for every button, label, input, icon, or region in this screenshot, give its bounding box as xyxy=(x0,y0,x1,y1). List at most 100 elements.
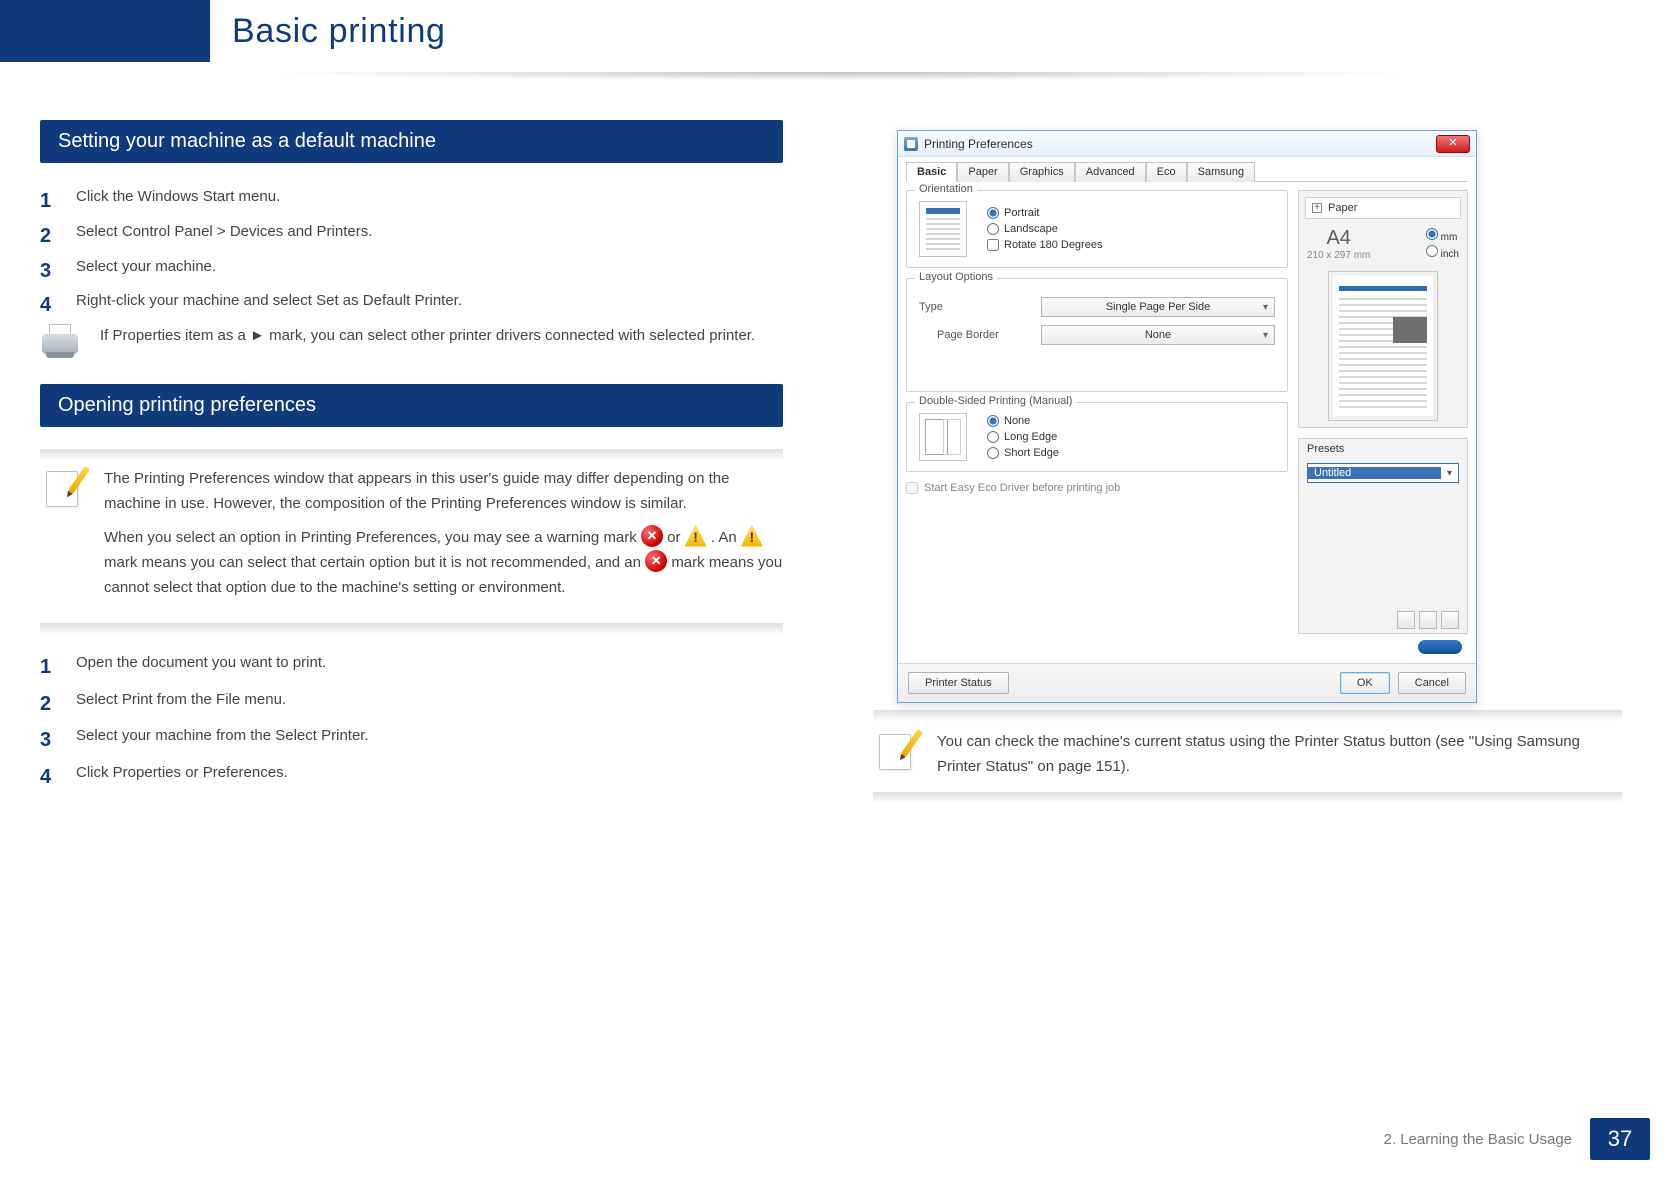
radio-landscape[interactable]: Landscape xyxy=(987,223,1102,235)
pref-step-4: Click Properties or Preferences. xyxy=(76,764,288,781)
expand-icon xyxy=(1312,203,1322,213)
paper-size-name: A4 xyxy=(1307,227,1370,250)
tab-eco[interactable]: Eco xyxy=(1146,162,1187,182)
pref-step-3: Select your machine from the Select Prin… xyxy=(76,727,369,744)
pref-step-1: Open the document you want to print. xyxy=(76,654,326,671)
radio-unit-mm[interactable]: mm xyxy=(1426,228,1457,243)
radio-unit-inch[interactable]: inch xyxy=(1426,245,1459,260)
paper-panel-title: Paper xyxy=(1328,202,1357,214)
layout-border-value: None xyxy=(1145,329,1171,341)
ok-button[interactable]: OK xyxy=(1340,672,1390,694)
divider-shadow xyxy=(873,710,1622,724)
divider-shadow xyxy=(40,449,783,463)
note-icon xyxy=(873,730,917,774)
paper-panel: Paper A4 210 x 297 mm mm inch xyxy=(1298,190,1468,428)
checkbox-rotate180[interactable]: Rotate 180 Degrees xyxy=(987,239,1102,251)
orientation-thumb-icon xyxy=(919,201,967,257)
page-footer: 2. Learning the Basic Usage 37 xyxy=(0,1118,1678,1160)
radio-portrait[interactable]: Portrait xyxy=(987,207,1102,219)
radio-unit-mm-label: mm xyxy=(1441,232,1458,243)
tab-basic[interactable]: Basic xyxy=(906,162,957,182)
pref-note-p1: The Printing Preferences window that app… xyxy=(104,467,783,517)
radio-duplex-none-label: None xyxy=(1004,415,1030,427)
radio-landscape-label: Landscape xyxy=(1004,223,1058,235)
checkbox-rotate180-label: Rotate 180 Degrees xyxy=(1004,239,1102,251)
presets-label: Presets xyxy=(1299,439,1467,459)
page-number: 37 xyxy=(1590,1118,1650,1160)
duplex-thumb-icon xyxy=(919,413,967,461)
dialog-title: Printing Preferences xyxy=(924,137,1033,151)
header: Basic printing xyxy=(32,0,1678,62)
radio-duplex-long-label: Long Edge xyxy=(1004,431,1057,443)
radio-duplex-short-label: Short Edge xyxy=(1004,447,1059,459)
pref-note-seg-d: mark means you can select that certain o… xyxy=(104,554,645,571)
warning-icon xyxy=(685,525,707,547)
radio-duplex-none[interactable]: None xyxy=(987,415,1059,427)
right-column: Printing Preferences ✕ Basic Paper Graph… xyxy=(839,100,1678,1178)
layout-type-label: Type xyxy=(919,301,1029,313)
left-column: Setting your machine as a default machin… xyxy=(0,100,839,1178)
error-icon xyxy=(641,525,663,547)
pref-note-seg-c: . An xyxy=(711,529,741,546)
group-orientation-legend: Orientation xyxy=(915,183,977,195)
layout-type-combo[interactable]: Single Page Per Side xyxy=(1041,297,1275,317)
dialog-tabs: Basic Paper Graphics Advanced Eco Samsun… xyxy=(906,161,1468,182)
printer-status-note: You can check the machine's current stat… xyxy=(937,730,1622,780)
paper-size-dims: 210 x 297 mm xyxy=(1307,250,1370,261)
preset-action-icon[interactable] xyxy=(1397,611,1415,629)
tab-graphics[interactable]: Graphics xyxy=(1009,162,1075,182)
layout-type-value: Single Page Per Side xyxy=(1106,301,1211,313)
dialog-footer: Printer Status OK Cancel xyxy=(898,663,1476,702)
layout-border-label: Page Border xyxy=(919,329,1029,341)
presets-value: Untitled xyxy=(1308,467,1441,479)
pref-note-seg-b: or xyxy=(667,529,685,546)
default-step-3: Select your machine. xyxy=(76,258,216,275)
radio-unit-inch-label: inch xyxy=(1441,249,1459,260)
section-default-machine: Setting your machine as a default machin… xyxy=(40,120,783,163)
radio-duplex-short[interactable]: Short Edge xyxy=(987,447,1059,459)
group-layout-legend: Layout Options xyxy=(915,271,997,283)
layout-border-combo[interactable]: None xyxy=(1041,325,1275,345)
tab-samsung[interactable]: Samsung xyxy=(1187,162,1255,182)
tab-paper[interactable]: Paper xyxy=(957,162,1008,182)
group-duplex-legend: Double-Sided Printing (Manual) xyxy=(915,395,1076,407)
chapter-title: 2. Learning the Basic Usage xyxy=(40,1131,1590,1148)
eco-checkbox-label: Start Easy Eco Driver before printing jo… xyxy=(924,482,1120,494)
preset-action-icon[interactable] xyxy=(1419,611,1437,629)
section-printing-preferences: Opening printing preferences xyxy=(40,384,783,427)
header-shadow xyxy=(20,72,1658,92)
cancel-button[interactable]: Cancel xyxy=(1398,672,1466,694)
pref-note-p2: When you select an option in Printing Pr… xyxy=(104,525,783,601)
default-step-1: Click the Windows Start menu. xyxy=(76,188,280,205)
divider-shadow xyxy=(873,792,1622,806)
printer-icon xyxy=(40,324,80,358)
close-button[interactable]: ✕ xyxy=(1436,135,1470,153)
paper-preview xyxy=(1328,271,1438,421)
presets-combo[interactable]: Untitled xyxy=(1307,463,1459,483)
default-step-2: Select Control Panel > Devices and Print… xyxy=(76,223,372,240)
group-duplex: Double-Sided Printing (Manual) None Long… xyxy=(906,402,1288,472)
samsung-logo-icon xyxy=(1418,640,1462,654)
paper-panel-header[interactable]: Paper xyxy=(1305,197,1461,219)
group-layout: Layout Options Type Single Page Per Side… xyxy=(906,278,1288,392)
dialog-titlebar: Printing Preferences ✕ xyxy=(898,131,1476,157)
right-note-block: You can check the machine's current stat… xyxy=(873,710,1622,806)
divider-shadow xyxy=(40,623,783,637)
pref-note-seg-a: When you select an option in Printing Pr… xyxy=(104,529,641,546)
default-step-4: Right-click your machine and select Set … xyxy=(76,292,462,309)
samsung-branding xyxy=(1298,634,1468,657)
eco-checkbox-row[interactable]: Start Easy Eco Driver before printing jo… xyxy=(906,482,1288,494)
default-printer-note: If Properties item as a ► mark, you can … xyxy=(100,324,783,349)
radio-duplex-long[interactable]: Long Edge xyxy=(987,431,1059,443)
page-title: Basic printing xyxy=(232,12,446,51)
preset-action-icon[interactable] xyxy=(1441,611,1459,629)
warning-icon xyxy=(741,525,763,547)
radio-portrait-label: Portrait xyxy=(1004,207,1039,219)
printer-status-button[interactable]: Printer Status xyxy=(908,672,1009,694)
tab-advanced[interactable]: Advanced xyxy=(1075,162,1146,182)
printing-preferences-dialog: Printing Preferences ✕ Basic Paper Graph… xyxy=(897,130,1477,703)
group-orientation: Orientation Portrait Landscape Rotate 18… xyxy=(906,190,1288,268)
error-icon xyxy=(645,550,667,572)
note-icon xyxy=(40,467,84,511)
presets-panel: Presets Untitled xyxy=(1298,438,1468,634)
